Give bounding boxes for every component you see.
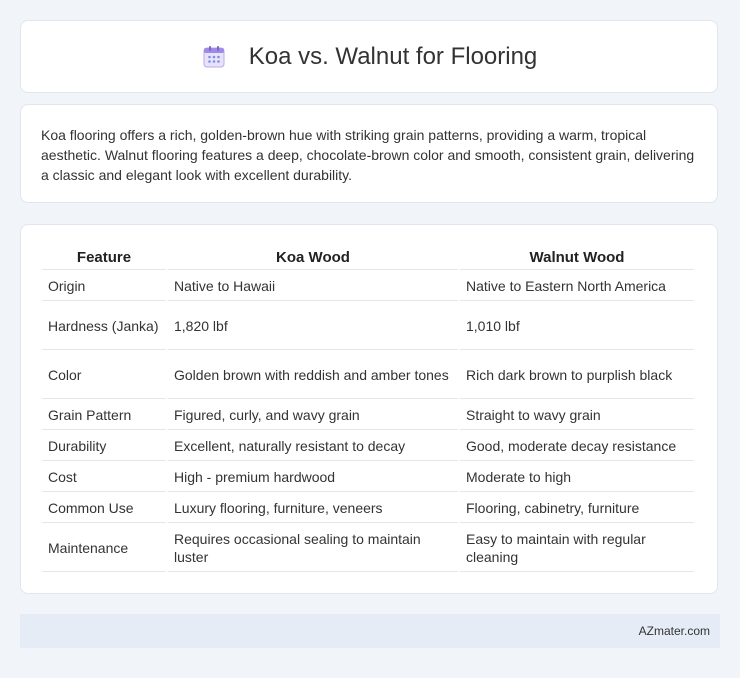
intro-text: Koa flooring offers a rich, golden-brown…	[41, 127, 695, 183]
walnut-cell: Easy to maintain with regular cleaning	[460, 525, 694, 572]
table-row: Color Golden brown with reddish and ambe…	[42, 352, 694, 399]
intro-card: Koa flooring offers a rich, golden-brown…	[20, 104, 718, 203]
walnut-cell: Rich dark brown to purplish black	[460, 352, 694, 399]
feature-cell: Cost	[42, 463, 166, 492]
feature-cell: Common Use	[42, 494, 166, 523]
walnut-cell: Native to Eastern North America	[460, 272, 694, 301]
table-row: Durability Excellent, naturally resistan…	[42, 432, 694, 461]
feature-cell: Maintenance	[42, 525, 166, 572]
walnut-cell: Moderate to high	[460, 463, 694, 492]
walnut-cell: Straight to wavy grain	[460, 401, 694, 430]
footer: AZmater.com	[20, 614, 720, 648]
header-feature: Feature	[42, 245, 166, 270]
koa-cell: Excellent, naturally resistant to decay	[168, 432, 458, 461]
feature-cell: Durability	[42, 432, 166, 461]
table-row: Grain Pattern Figured, curly, and wavy g…	[42, 401, 694, 430]
title-card: Koa vs. Walnut for Flooring	[20, 20, 718, 93]
feature-cell: Grain Pattern	[42, 401, 166, 430]
koa-cell: Luxury flooring, furniture, veneers	[168, 494, 458, 523]
feature-cell: Color	[42, 352, 166, 399]
table-row: Common Use Luxury flooring, furniture, v…	[42, 494, 694, 523]
table-row: Cost High - premium hardwood Moderate to…	[42, 463, 694, 492]
table-row: Maintenance Requires occasional sealing …	[42, 525, 694, 572]
comparison-table: Feature Koa Wood Walnut Wood Origin Nati…	[40, 243, 696, 574]
feature-cell: Hardness (Janka)	[42, 303, 166, 350]
koa-cell: Native to Hawaii	[168, 272, 458, 301]
page-title: Koa vs. Walnut for Flooring	[248, 42, 538, 70]
koa-cell: Figured, curly, and wavy grain	[168, 401, 458, 430]
comparison-card: Feature Koa Wood Walnut Wood Origin Nati…	[20, 224, 718, 594]
walnut-cell: Good, moderate decay resistance	[460, 432, 694, 461]
walnut-cell: Flooring, cabinetry, furniture	[460, 494, 694, 523]
koa-cell: 1,820 lbf	[168, 303, 458, 350]
koa-cell: Requires occasional sealing to maintain …	[168, 525, 458, 572]
calendar-icon	[203, 45, 225, 67]
table-row: Hardness (Janka) 1,820 lbf 1,010 lbf	[42, 303, 694, 350]
walnut-cell: 1,010 lbf	[460, 303, 694, 350]
table-header-row: Feature Koa Wood Walnut Wood	[42, 245, 694, 270]
koa-cell: Golden brown with reddish and amber tone…	[168, 352, 458, 399]
koa-cell: High - premium hardwood	[168, 463, 458, 492]
footer-brand: AZmater.com	[638, 624, 710, 638]
header-koa: Koa Wood	[168, 245, 458, 270]
header-walnut: Walnut Wood	[460, 245, 694, 270]
table-row: Origin Native to Hawaii Native to Easter…	[42, 272, 694, 301]
feature-cell: Origin	[42, 272, 166, 301]
